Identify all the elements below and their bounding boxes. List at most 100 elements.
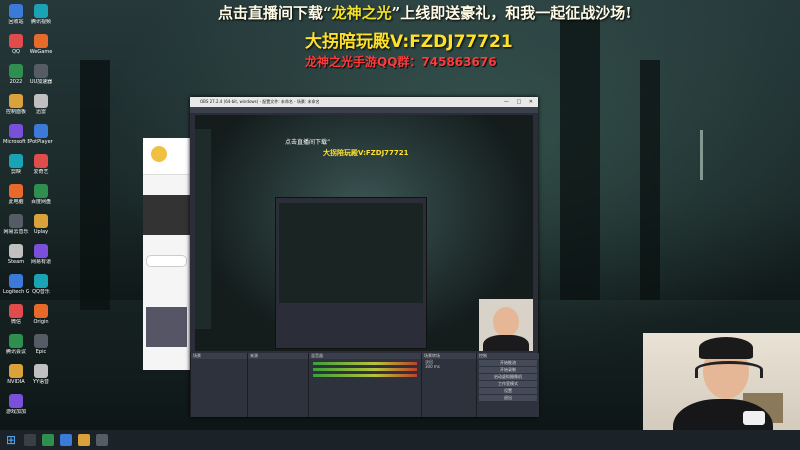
- desktop-icon-label: 剪映: [10, 169, 21, 175]
- desktop-icon[interactable]: 腾讯会议: [3, 334, 29, 355]
- app-icon: [34, 214, 48, 228]
- transitions-panel[interactable]: 场景转场 淡出 300 ms: [421, 353, 476, 417]
- taskbar-app-icon[interactable]: [42, 434, 54, 446]
- desktop-icon[interactable]: 百度网盘: [28, 184, 54, 205]
- desktop-icon[interactable]: 微信: [3, 304, 29, 325]
- browser-thumbnail: [146, 307, 187, 347]
- search-icon[interactable]: [24, 434, 36, 446]
- obs-control-button[interactable]: 开始推流: [479, 360, 537, 366]
- desktop-icon[interactable]: NVIDIA: [3, 364, 29, 385]
- scenes-panel[interactable]: 场景: [190, 353, 247, 417]
- desktop-icon[interactable]: 回收站: [3, 4, 29, 25]
- desktop-icon[interactable]: 游戏加加: [3, 394, 29, 415]
- browser-header: [143, 138, 190, 175]
- app-icon: [34, 64, 48, 78]
- taskbar-app-icon[interactable]: [96, 434, 108, 446]
- app-icon: [34, 334, 48, 348]
- desktop-icon[interactable]: 爱奇艺: [28, 154, 54, 175]
- obs-control-button[interactable]: 设置: [479, 388, 537, 394]
- obs-menu-bar[interactable]: [190, 107, 538, 113]
- desktop-icon[interactable]: UU加速器: [28, 64, 54, 85]
- controls-panel-title: 控制: [477, 353, 539, 359]
- app-icon: [9, 64, 23, 78]
- desktop-icon[interactable]: 迅雷: [28, 94, 54, 115]
- scenes-panel-title: 场景: [191, 353, 247, 359]
- desktop-icon[interactable]: Steam: [3, 244, 29, 265]
- preview-desktop-icons: [195, 129, 211, 329]
- headset-icon: [695, 361, 763, 378]
- wallpaper-pillar: [80, 60, 110, 310]
- desktop-icon[interactable]: Origin: [28, 304, 54, 325]
- desktop-icon[interactable]: 网易云音乐: [3, 214, 29, 235]
- desktop-icon-label: NVIDIA: [7, 379, 25, 385]
- audio-mixer-panel[interactable]: 混音器: [308, 353, 421, 417]
- desktop-icon[interactable]: WeGame: [28, 34, 54, 55]
- app-icon: [34, 364, 48, 378]
- wallpaper-pillar: [640, 60, 660, 300]
- desktop-icon-label: Origin: [33, 319, 49, 325]
- app-icon: [9, 34, 23, 48]
- preview-nested-scene: [279, 203, 423, 303]
- sources-panel[interactable]: 来源: [247, 353, 308, 417]
- taskbar-app-icon[interactable]: [78, 434, 90, 446]
- desktop-icon[interactable]: 此电脑: [3, 184, 29, 205]
- app-icon: [34, 94, 48, 108]
- obs-control-button[interactable]: 工作室模式: [479, 381, 537, 387]
- avatar: [151, 146, 167, 162]
- obs-preview[interactable]: 点击直播间下载“ 大拐陪玩殿V:FZDJ77721: [195, 115, 533, 351]
- taskbar-app-icon[interactable]: [60, 434, 72, 446]
- windows-logo-icon[interactable]: ⊞: [4, 433, 18, 447]
- app-icon: [34, 244, 48, 258]
- obs-window[interactable]: OBS 27.2.4 (64-bit, windows) - 配置文件: 未命名…: [190, 97, 539, 417]
- desktop-icon[interactable]: YY语音: [28, 364, 54, 385]
- app-icon: [34, 154, 48, 168]
- preview-streamer-face: [493, 307, 519, 337]
- app-icon: [9, 364, 23, 378]
- audio-meter: [313, 374, 417, 377]
- app-icon: [9, 304, 23, 318]
- taskbar: ⊞: [0, 430, 800, 450]
- app-icon: [34, 184, 48, 198]
- desktop-icon[interactable]: QQ: [3, 34, 29, 55]
- wallpaper-pillar: [560, 20, 600, 300]
- desktop-icon[interactable]: 网易有道: [28, 244, 54, 265]
- desktop-icon-label: 网易有道: [30, 259, 51, 265]
- controls-panel[interactable]: 控制 开始推流 开始录制 启动虚拟摄像机 工作室模式 设置 退出: [476, 353, 539, 417]
- desktop-icon-label: Logitech G HUB: [3, 289, 29, 295]
- app-icon: [34, 34, 48, 48]
- desktop-icon-grid: 回收站 QQ 2022 控制面板 Microsoft Edge 剪映此电脑网易云音乐 Ste…: [0, 0, 80, 430]
- app-icon: [9, 274, 23, 288]
- desktop-icon[interactable]: 腾讯视频: [28, 4, 54, 25]
- desktop-icon[interactable]: PotPlayer: [28, 124, 54, 145]
- app-icon: [9, 4, 23, 18]
- preview-streamer-body: [483, 335, 529, 351]
- obs-control-button[interactable]: 开始录制: [479, 367, 537, 373]
- desktop-icon-label: 回收站: [8, 19, 24, 25]
- desktop-icon[interactable]: Uplay: [28, 214, 54, 235]
- desktop-icon[interactable]: Microsoft Edge: [3, 124, 29, 145]
- desktop-icon[interactable]: 剪映: [3, 154, 29, 175]
- browser-window[interactable]: [143, 138, 190, 370]
- app-icon: [9, 214, 23, 228]
- mixer-panel-title: 混音器: [309, 353, 421, 359]
- search-input[interactable]: [146, 255, 187, 267]
- desktop-icon[interactable]: 控制面板: [3, 94, 29, 115]
- desktop-icon-label: 腾讯会议: [5, 349, 26, 355]
- obs-control-button[interactable]: 启动虚拟摄像机: [479, 374, 537, 380]
- desktop-icon[interactable]: Epic: [28, 334, 54, 355]
- preview-overlay-wechat: 大拐陪玩殿V:FZDJ77721: [323, 149, 409, 157]
- desktop-icon[interactable]: 2022: [3, 64, 29, 85]
- obs-control-button[interactable]: 退出: [479, 395, 537, 401]
- app-icon: [9, 394, 23, 408]
- window-controls[interactable]: — □ ✕: [494, 97, 536, 107]
- desktop-icon[interactable]: Logitech G HUB: [3, 274, 29, 295]
- sources-panel-title: 来源: [248, 353, 308, 359]
- controls-buttons: 开始推流 开始录制 启动虚拟摄像机 工作室模式 设置 退出: [477, 360, 539, 401]
- app-icon: [9, 94, 23, 108]
- audio-meter: [313, 368, 417, 371]
- app-icon: [34, 274, 48, 288]
- app-icon: [9, 124, 23, 138]
- desktop-icon-label: PotPlayer: [29, 139, 53, 145]
- transition-duration[interactable]: 300 ms: [422, 364, 476, 369]
- desktop-icon[interactable]: QQ音乐: [28, 274, 54, 295]
